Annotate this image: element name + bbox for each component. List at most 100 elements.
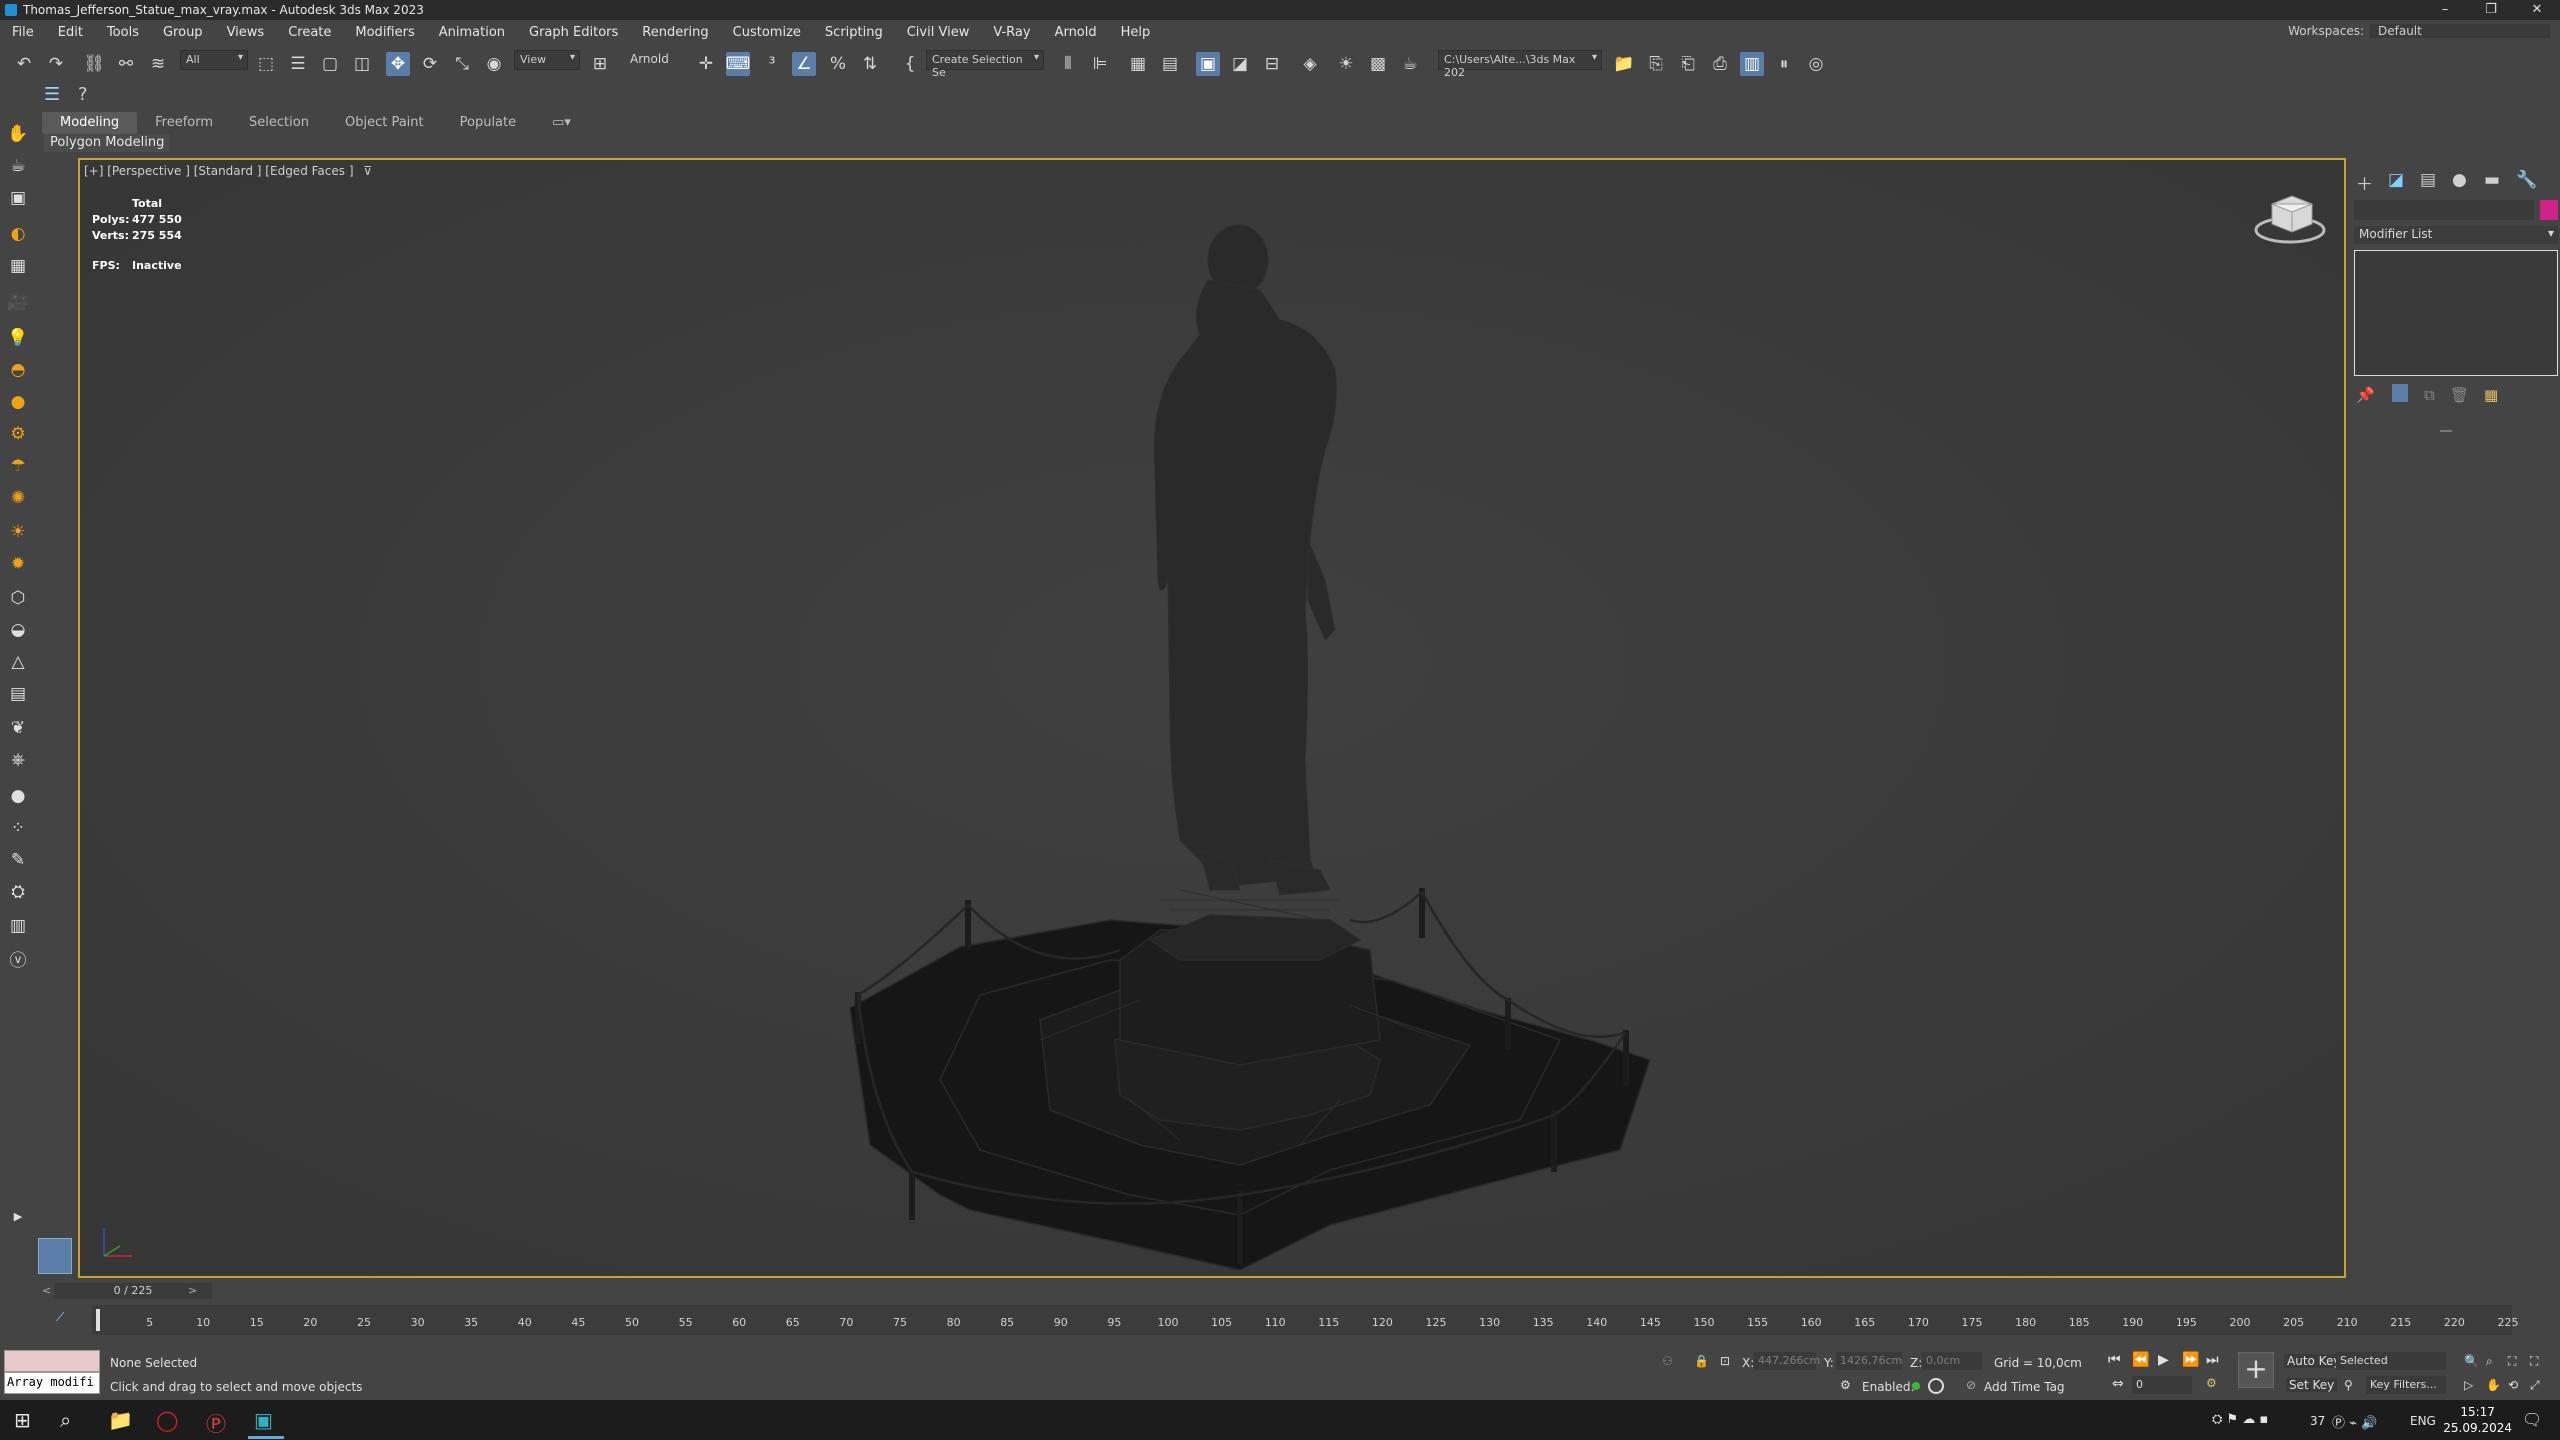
rect-selection-icon[interactable]: ▢ — [318, 52, 342, 76]
close-button[interactable]: ✕ — [2514, 0, 2560, 20]
key-filters-button[interactable]: Key Filters... — [2366, 1376, 2446, 1394]
percent-snap-icon[interactable]: % — [826, 52, 850, 76]
menu-modifiers[interactable]: Modifiers — [355, 25, 414, 40]
viewport-layout-tab[interactable] — [38, 1238, 72, 1274]
undo-icon[interactable]: ↶ — [12, 52, 36, 76]
selection-filter-dropdown[interactable]: All — [180, 50, 248, 70]
adaptive-degradation-icon[interactable]: ⚙ — [1840, 1378, 1851, 1392]
menu-animation[interactable]: Animation — [439, 25, 505, 40]
modifier-list-dropdown[interactable]: Modifier List — [2354, 226, 2558, 244]
maxscript-listener-top[interactable] — [4, 1350, 100, 1372]
viewport-filter-icon[interactable]: ⊽ — [363, 164, 372, 178]
minimize-button[interactable]: – — [2422, 0, 2468, 20]
menu-edit[interactable]: Edit — [58, 25, 83, 40]
align-icon[interactable]: ⊫ — [1088, 52, 1112, 76]
sun-icon[interactable]: ☀ — [6, 520, 30, 544]
auto-key-button[interactable]: Auto Key — [2284, 1354, 2344, 1368]
light-icon[interactable]: 💡 — [6, 326, 30, 350]
field-of-view-icon[interactable]: ▷ — [2464, 1378, 2473, 1392]
menu-scripting[interactable]: Scripting — [825, 25, 883, 40]
arnold-label[interactable]: Arnold — [630, 52, 669, 66]
viewcube-icon[interactable] — [2250, 192, 2330, 252]
clone-icon[interactable]: ⎈ — [6, 748, 30, 772]
add-time-tag[interactable]: Add Time Tag — [1984, 1380, 2065, 1394]
start-icon[interactable]: ⊞ — [14, 1408, 31, 1432]
vray-logo-icon[interactable]: ⓥ — [6, 946, 30, 971]
schematic-view-icon[interactable]: ⊟ — [1260, 52, 1284, 76]
pivot-center-icon[interactable]: ⊞ — [588, 52, 612, 76]
z-coordinate-field[interactable]: 0,0cm — [1922, 1352, 1982, 1370]
time-slider-next-icon[interactable]: > — [188, 1284, 197, 1297]
ribbon-subpanel-polygon-modeling[interactable]: Polygon Modeling — [44, 134, 171, 152]
teapot-icon[interactable]: ☕ — [6, 154, 30, 178]
set-keys-button[interactable]: + — [2238, 1352, 2274, 1388]
maximize-button[interactable]: ❐ — [2468, 0, 2514, 20]
pin-stack-icon[interactable]: 📌 — [2356, 386, 2375, 404]
workspace-selector[interactable]: Workspaces: Default — [2288, 24, 2550, 38]
remove-modifier-icon[interactable]: 🗑 — [2450, 386, 2469, 404]
select-by-name-icon[interactable]: ☰ — [286, 52, 310, 76]
set-project-icon[interactable]: ⎙ — [1708, 52, 1732, 76]
zoom-all-icon[interactable]: ⌕ — [2486, 1354, 2493, 1369]
y-coordinate-field[interactable]: 1426,76cm — [1836, 1352, 1902, 1370]
tab-object-paint[interactable]: Object Paint — [327, 112, 442, 134]
edit-named-selection-icon[interactable]: { — [898, 52, 922, 76]
x-coordinate-field[interactable]: 447,266cm — [1754, 1352, 1820, 1370]
zoom-extents-icon[interactable]: ⛶ — [2508, 1354, 2516, 1369]
link-icon[interactable]: ⛓ — [82, 52, 106, 76]
sphere-light-icon[interactable]: ◓ — [6, 358, 30, 382]
menu-help[interactable]: Help — [1121, 25, 1151, 40]
motion-tab-icon[interactable]: ● — [2452, 170, 2467, 190]
file-explorer-icon[interactable]: 📁 — [108, 1408, 133, 1432]
layer-list-icon[interactable]: ☰ — [44, 84, 60, 105]
reference-coordinate-dropdown[interactable]: View — [514, 50, 580, 70]
plant-icon[interactable]: ❦ — [6, 716, 30, 740]
time-tag-toggle-icon[interactable] — [1928, 1378, 1944, 1394]
rendered-frame-icon[interactable]: ▩ — [1366, 52, 1390, 76]
object-color-swatch[interactable] — [2540, 200, 2558, 220]
maxscript-mini-listener[interactable]: Array modifi — [4, 1372, 100, 1394]
asset-tracking-icon[interactable]: ⎗ — [1676, 52, 1700, 76]
snap-toggle-icon[interactable]: ³ — [760, 52, 784, 76]
box-primitive-icon[interactable]: ▣ — [6, 186, 30, 210]
menu-rendering[interactable]: Rendering — [642, 25, 708, 40]
clock[interactable]: 15:17 25.09.2024 — [2443, 1404, 2512, 1436]
3ds-max-taskbar-icon[interactable]: ▣ — [254, 1408, 273, 1432]
sphere-icon[interactable]: ◒ — [6, 618, 30, 642]
tab-freeform[interactable]: Freeform — [137, 112, 231, 134]
absolute-mode-icon[interactable]: ⊡ — [1720, 1354, 1730, 1368]
select-place-icon[interactable]: ◉ — [482, 52, 506, 76]
menu-file[interactable]: File — [12, 25, 34, 40]
key-selection-dropdown[interactable]: Selected — [2336, 1352, 2446, 1370]
set-key-button[interactable]: Set Key — [2286, 1378, 2338, 1392]
perspective-viewport[interactable] — [78, 158, 2346, 1278]
camera-icon[interactable]: 🎥 — [6, 290, 30, 314]
hierarchy-tab-icon[interactable]: ▤ — [2420, 170, 2436, 190]
toggle-ribbon-icon[interactable]: ▣ — [1196, 52, 1220, 76]
current-frame-field[interactable]: 0 — [2132, 1376, 2192, 1394]
photometric-light-icon[interactable]: ✺ — [6, 486, 30, 510]
tab-populate[interactable]: Populate — [442, 112, 535, 134]
unlink-icon[interactable]: ⚯ — [114, 52, 138, 76]
helper-gear-icon[interactable]: ⚙ — [6, 422, 30, 446]
time-configuration-icon[interactable]: ⚙ — [2206, 1376, 2217, 1390]
next-frame-icon[interactable]: ⏩ — [2182, 1352, 2199, 1368]
isolate-selection-icon[interactable]: ⚇ — [1662, 1354, 1673, 1368]
curve-editor-icon[interactable]: ◪ — [1228, 52, 1252, 76]
grid-object-icon[interactable]: ▦ — [6, 254, 30, 278]
select-move-icon[interactable]: ✥ — [386, 52, 410, 76]
object-name-field[interactable] — [2354, 200, 2534, 220]
p-app-icon[interactable]: Ⓟ — [206, 1408, 226, 1437]
menu-group[interactable]: Group — [163, 25, 203, 40]
compound-icon[interactable]: ▤ — [6, 682, 30, 706]
cone-icon[interactable]: △ — [6, 650, 30, 674]
orbit-icon[interactable]: ⟲ — [2508, 1378, 2518, 1392]
viewport-label-menu[interactable]: [+] [Perspective ] [Standard ] [Edged Fa… — [84, 164, 372, 178]
make-unique-icon[interactable]: ⧉ — [2424, 386, 2435, 404]
arnold-renderview-icon[interactable]: ◎ — [1804, 52, 1828, 76]
angle-snap-icon[interactable]: ∠ — [792, 52, 816, 76]
select-rotate-icon[interactable]: ⟳ — [418, 52, 442, 76]
maximize-viewport-icon[interactable]: ⤢ — [2530, 1378, 2540, 1393]
particles-icon[interactable]: ⁘ — [6, 816, 30, 840]
menu-civil-view[interactable]: Civil View — [907, 25, 970, 40]
